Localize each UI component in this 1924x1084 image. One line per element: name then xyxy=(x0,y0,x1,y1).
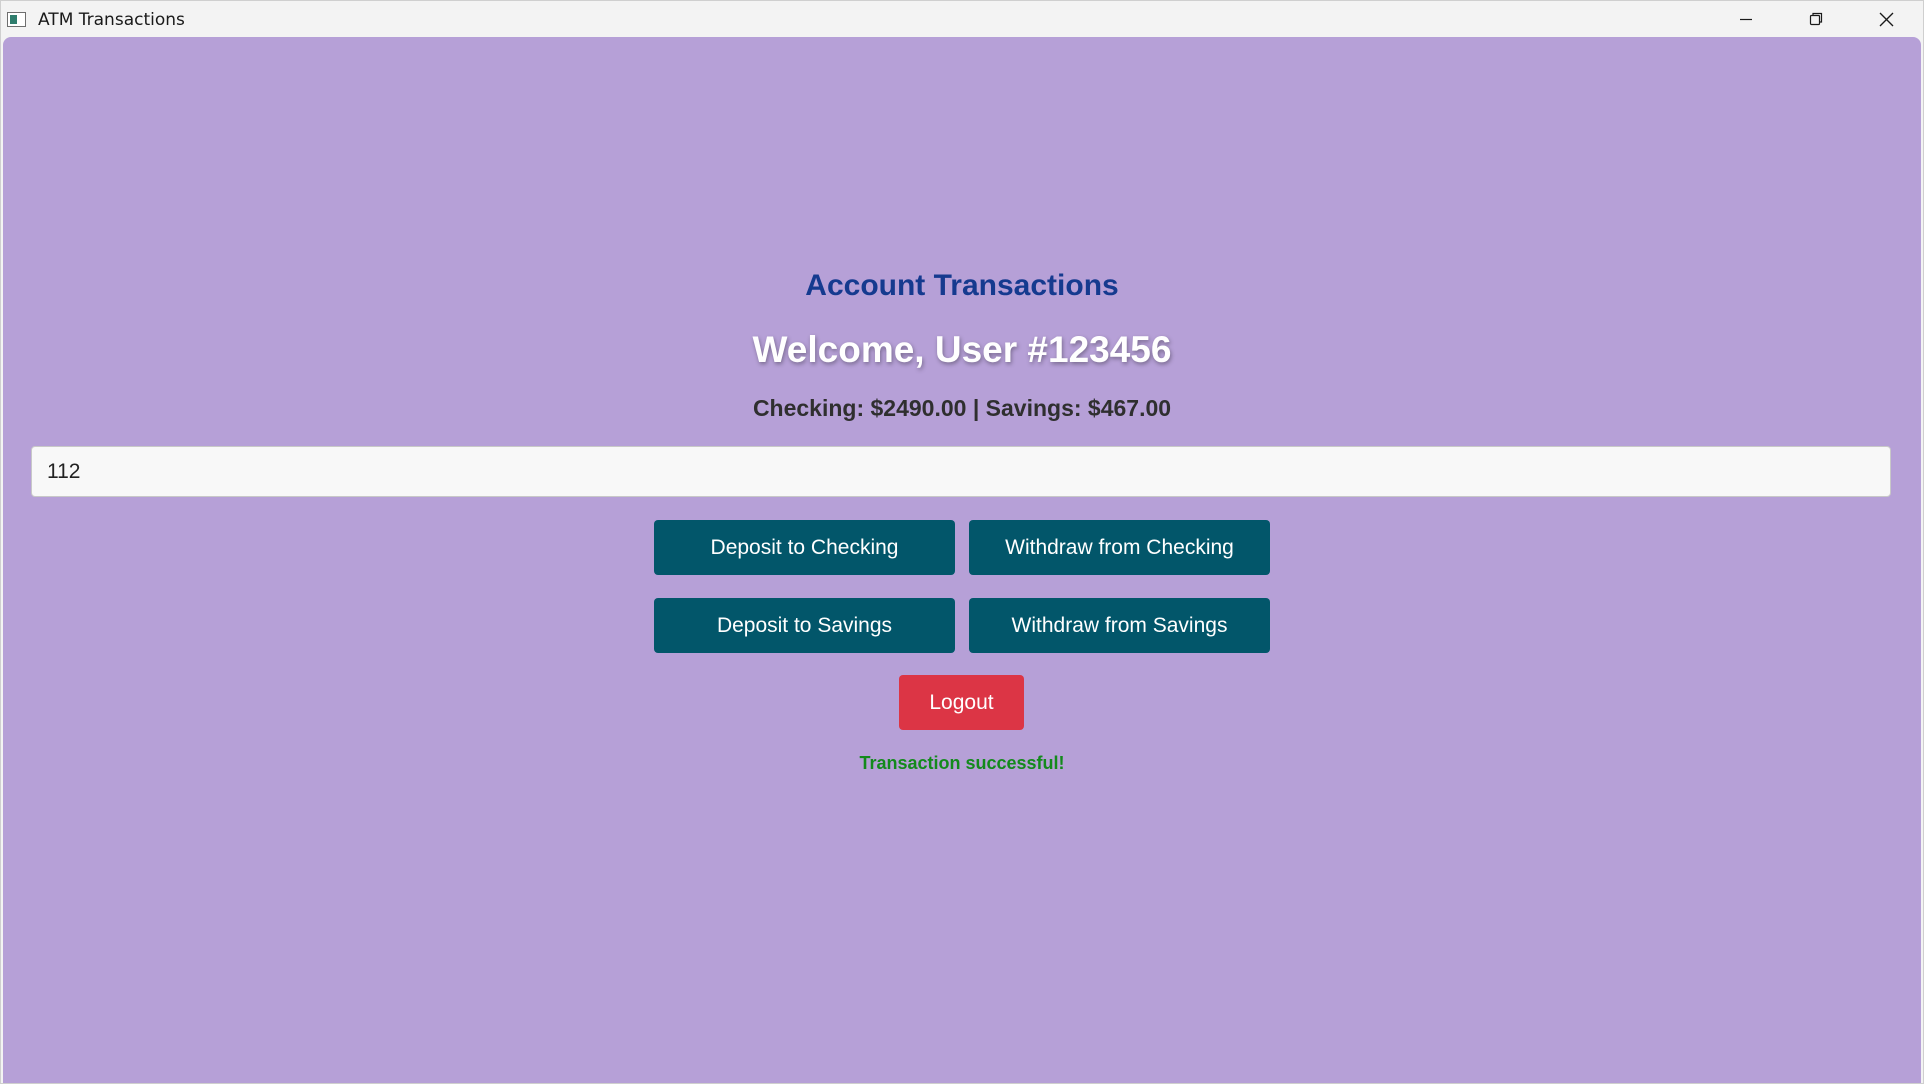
close-button[interactable] xyxy=(1851,1,1921,37)
title-bar[interactable]: ATM Transactions xyxy=(1,1,1923,37)
restore-button[interactable] xyxy=(1781,1,1851,37)
restore-icon xyxy=(1809,12,1823,26)
page-title: Account Transactions xyxy=(805,269,1119,302)
deposit-checking-button[interactable]: Deposit to Checking xyxy=(654,520,955,575)
logout-button[interactable]: Logout xyxy=(899,675,1024,730)
minimize-button[interactable] xyxy=(1711,1,1781,37)
welcome-heading: Welcome, User #123456 xyxy=(752,329,1172,370)
amount-input[interactable] xyxy=(31,446,1891,497)
transactions-panel xyxy=(3,37,1921,1083)
close-icon xyxy=(1879,12,1893,26)
app-window: ATM Transactions Account Transactions We… xyxy=(0,0,1924,1084)
app-window-icon xyxy=(7,12,26,27)
withdraw-checking-button[interactable]: Withdraw from Checking xyxy=(969,520,1270,575)
deposit-savings-button[interactable]: Deposit to Savings xyxy=(654,598,955,653)
balances-label: Checking: $2490.00 | Savings: $467.00 xyxy=(752,395,1172,421)
status-message: Transaction successful! xyxy=(859,753,1065,773)
minimize-icon xyxy=(1740,18,1752,21)
window-title: ATM Transactions xyxy=(38,10,185,30)
withdraw-savings-button[interactable]: Withdraw from Savings xyxy=(969,598,1270,653)
